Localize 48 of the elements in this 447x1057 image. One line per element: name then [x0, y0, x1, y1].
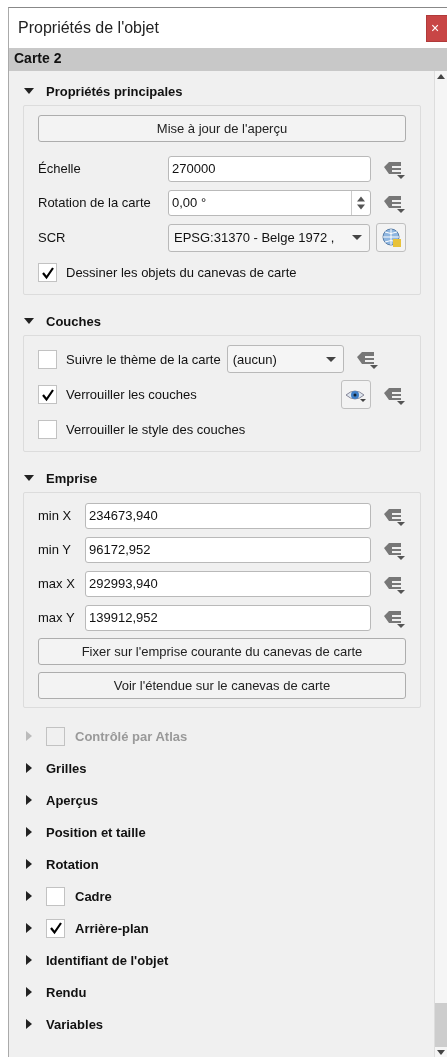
field-label: max X	[38, 576, 76, 591]
item-header: Carte 2	[9, 48, 447, 71]
field-label: min Y	[38, 542, 72, 557]
section-title[interactable]: Rendu	[46, 984, 87, 1000]
checkbox[interactable]	[38, 420, 57, 439]
section-title[interactable]: Rotation	[46, 856, 99, 872]
action-button[interactable]: Voir l'étendue sur le canevas de carte	[38, 672, 406, 699]
close-button[interactable]: ×	[426, 14, 447, 42]
crs-dropdown[interactable]: EPSG:31370 - Belge 1972 ,	[168, 223, 370, 252]
section-title[interactable]: Couches	[46, 313, 101, 329]
field-label: min X	[38, 508, 73, 523]
section-title[interactable]: Variables	[46, 1016, 104, 1032]
input-field[interactable]: 292993,940	[85, 570, 371, 597]
checkbox[interactable]	[46, 886, 65, 906]
checkbox-label[interactable]: Verrouiller les couches	[66, 387, 197, 402]
checkbox-label[interactable]: Dessiner les objets du canevas de carte	[66, 265, 297, 280]
window-title: Propriétés de l'objet	[17, 19, 159, 37]
checkbox-label[interactable]: Suivre le thème de la carte	[66, 351, 221, 367]
dropdown-arrow-icon[interactable]	[324, 355, 337, 363]
field-label: SCR	[38, 230, 67, 245]
input-field[interactable]: 234673,940	[85, 502, 371, 529]
section-title[interactable]: Grilles	[46, 760, 87, 776]
spin-box[interactable]: 0,00 °	[168, 189, 371, 216]
action-button[interactable]: Mise à jour de l'aperçu	[38, 115, 406, 142]
theme-dropdown[interactable]: (aucun)	[226, 345, 344, 373]
checkbox[interactable]	[38, 385, 57, 404]
section-title[interactable]: Propriétés principales	[46, 83, 183, 99]
section-title[interactable]: Position et taille	[46, 824, 146, 840]
checkbox[interactable]	[38, 263, 57, 282]
section-title[interactable]: Arrière-plan	[75, 920, 149, 936]
checkbox[interactable]	[38, 349, 57, 369]
field-label: Échelle	[38, 161, 82, 176]
scroll-thumb[interactable]	[435, 1003, 447, 1047]
input-field[interactable]: 270000	[168, 155, 371, 182]
checkbox-label[interactable]: Verrouiller le style des couches	[66, 422, 246, 437]
field-label: max Y	[38, 610, 76, 625]
input-field[interactable]: 96172,952	[85, 536, 371, 563]
checkbox[interactable]	[46, 918, 65, 938]
section-title[interactable]: Emprise	[46, 470, 98, 486]
scrollbar[interactable]	[434, 71, 447, 1057]
field-label: Rotation de la carte	[38, 195, 152, 210]
action-button[interactable]: Fixer sur l'emprise courante du canevas de carte	[38, 638, 406, 665]
section-title[interactable]: Aperçus	[46, 792, 99, 808]
layer-visibility-button[interactable]	[341, 380, 371, 409]
section-title[interactable]: Identifiant de l'objet	[46, 952, 169, 968]
section-title[interactable]: Cadre	[75, 888, 112, 904]
dropdown-arrow-icon[interactable]	[351, 234, 363, 241]
input-field[interactable]: 139912,952	[85, 604, 371, 631]
